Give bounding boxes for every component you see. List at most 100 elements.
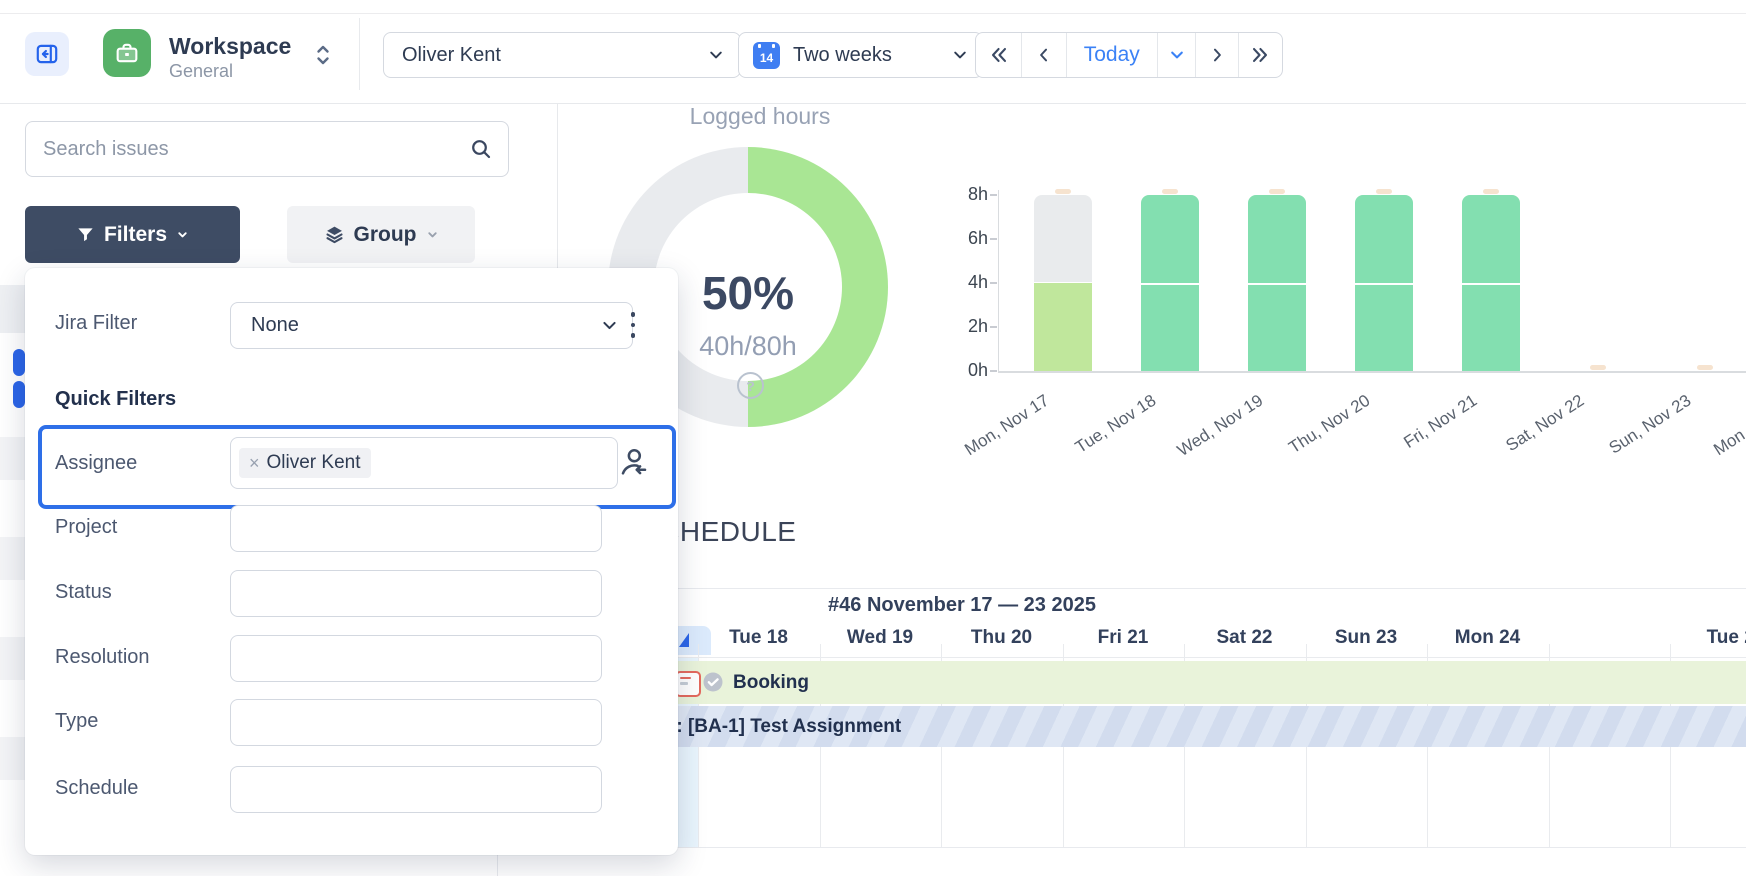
remaining-bar[interactable]	[1034, 195, 1092, 282]
day-header[interactable]: Tue 25	[1675, 627, 1746, 649]
chart-y-axis	[998, 190, 999, 371]
list-row-sliver	[0, 737, 25, 780]
help-icon[interactable]: ?	[737, 372, 764, 399]
booking-bar[interactable]: Booking	[577, 661, 1746, 704]
quick-filter-label: Resolution	[55, 646, 150, 669]
search-input[interactable]: Search issues	[25, 121, 509, 177]
briefcase-icon	[113, 39, 141, 67]
group-label: Group	[354, 223, 417, 247]
window-top-border	[0, 13, 1746, 14]
add-user-icon	[617, 446, 649, 478]
collapse-sidebar-icon	[34, 41, 60, 67]
add-user-button[interactable]	[615, 444, 651, 480]
quick-filter-input[interactable]	[230, 699, 602, 746]
assignee-chip-label: Oliver Kent	[267, 452, 361, 474]
search-icon	[469, 137, 493, 161]
assignee-label: Assignee	[55, 452, 137, 475]
workspace-switcher[interactable]	[310, 42, 336, 68]
assignee-chip: × Oliver Kent	[239, 448, 371, 478]
day-header[interactable]: Tue 18	[698, 627, 820, 649]
list-row-sliver	[0, 637, 25, 680]
x-axis-label: Wed, Nov 19	[1147, 391, 1268, 480]
quick-filter-input[interactable]	[230, 505, 602, 552]
logged-bar[interactable]	[1034, 283, 1092, 371]
calendar-14-icon: 14	[753, 42, 780, 69]
x-axis-label: Mon, Nov 17	[933, 391, 1054, 480]
group-button[interactable]: Group	[287, 206, 475, 263]
jira-filter-label: Jira Filter	[55, 312, 137, 335]
quick-filter-label: Project	[55, 516, 117, 539]
quick-filter-label: Status	[55, 581, 112, 604]
quick-filter-input[interactable]	[230, 766, 602, 813]
day-header[interactable]: Fri 21	[1062, 627, 1184, 649]
x-axis-label: Thu, Nov 20	[1254, 391, 1375, 480]
quick-filter-input[interactable]	[230, 635, 602, 682]
capacity-marker	[1376, 189, 1392, 194]
schedule-row-border	[497, 847, 1746, 848]
workspace-title[interactable]: Workspace	[169, 33, 291, 60]
workspace-subtitle: General	[169, 61, 233, 82]
quick-filters-title: Quick Filters	[55, 388, 176, 411]
x-axis-label: Sun, Nov 23	[1575, 391, 1696, 480]
capacity-marker	[1483, 189, 1499, 194]
x-axis-label: Tue, Nov 18	[1040, 391, 1161, 480]
capacity-marker	[1162, 189, 1178, 194]
y-tick-label: 8h	[948, 184, 988, 205]
capacity-marker	[1055, 189, 1071, 194]
skip-next-button[interactable]	[1238, 33, 1282, 77]
day-header[interactable]: Sat 22	[1184, 627, 1306, 649]
day-header-border	[577, 657, 1746, 658]
chevron-down-icon	[952, 47, 968, 63]
capacity-marker	[1269, 189, 1285, 194]
group-layers-icon	[324, 224, 345, 245]
bar-segment-divider	[1355, 283, 1413, 285]
today-button[interactable]: Today	[1066, 33, 1158, 77]
user-filter-select[interactable]: Oliver Kent	[383, 32, 741, 78]
caret-down-icon	[426, 228, 439, 241]
filters-button[interactable]: Filters	[25, 206, 240, 263]
next-button[interactable]	[1195, 33, 1237, 77]
logged-hours-ratio: 40h/80h	[648, 331, 848, 362]
y-tick-label: 4h	[948, 272, 988, 293]
chart-x-axis	[998, 371, 1746, 373]
skip-prev-button[interactable]	[976, 33, 1021, 77]
y-tick-mark	[990, 238, 997, 240]
logged-hours-title: Logged hours	[640, 103, 880, 130]
prev-icon	[1034, 45, 1054, 65]
app-window: Workspace General Oliver Kent 14 Two wee…	[0, 0, 1746, 876]
day-header[interactable]: Sun 23	[1305, 627, 1427, 649]
day-header[interactable]: Mon 24	[1427, 627, 1549, 649]
assignment-bar[interactable]: Oliver Kent: [BA-1] Test Assignment	[497, 706, 1746, 747]
prev-button[interactable]	[1021, 33, 1065, 77]
collapse-sidebar-button[interactable]	[25, 32, 69, 76]
capacity-marker	[1697, 365, 1713, 370]
list-row-sliver	[0, 537, 25, 580]
panel-divider	[557, 104, 558, 268]
jira-filter-select[interactable]: None	[230, 302, 633, 349]
skip-prev-icon	[988, 44, 1010, 66]
y-tick-label: 2h	[948, 316, 988, 337]
day-header[interactable]: Wed 19	[819, 627, 941, 649]
y-tick-label: 0h	[948, 360, 988, 381]
y-tick-mark	[990, 370, 997, 372]
search-placeholder: Search issues	[43, 138, 169, 161]
workspace-avatar	[103, 29, 151, 77]
jira-filter-menu-button[interactable]	[625, 304, 641, 346]
booking-label: Booking	[733, 672, 809, 694]
filter-funnel-icon	[76, 225, 95, 244]
assignee-input[interactable]: × Oliver Kent	[230, 437, 618, 489]
approved-badge-icon	[701, 670, 725, 694]
bar-segment-divider	[1141, 283, 1199, 285]
y-tick-mark	[990, 326, 997, 328]
skip-next-icon	[1249, 44, 1271, 66]
day-header[interactable]: Thu 20	[941, 627, 1063, 649]
user-filter-value: Oliver Kent	[402, 44, 501, 67]
chip-remove-icon[interactable]: ×	[249, 454, 260, 472]
selected-item-sliver	[13, 349, 25, 376]
today-label: Today	[1084, 43, 1140, 67]
period-select[interactable]: 14 Two weeks	[738, 32, 983, 78]
quick-filter-label: Schedule	[55, 777, 138, 800]
y-tick-mark	[990, 282, 997, 284]
today-dropdown-button[interactable]	[1157, 33, 1195, 77]
quick-filter-input[interactable]	[230, 570, 602, 617]
